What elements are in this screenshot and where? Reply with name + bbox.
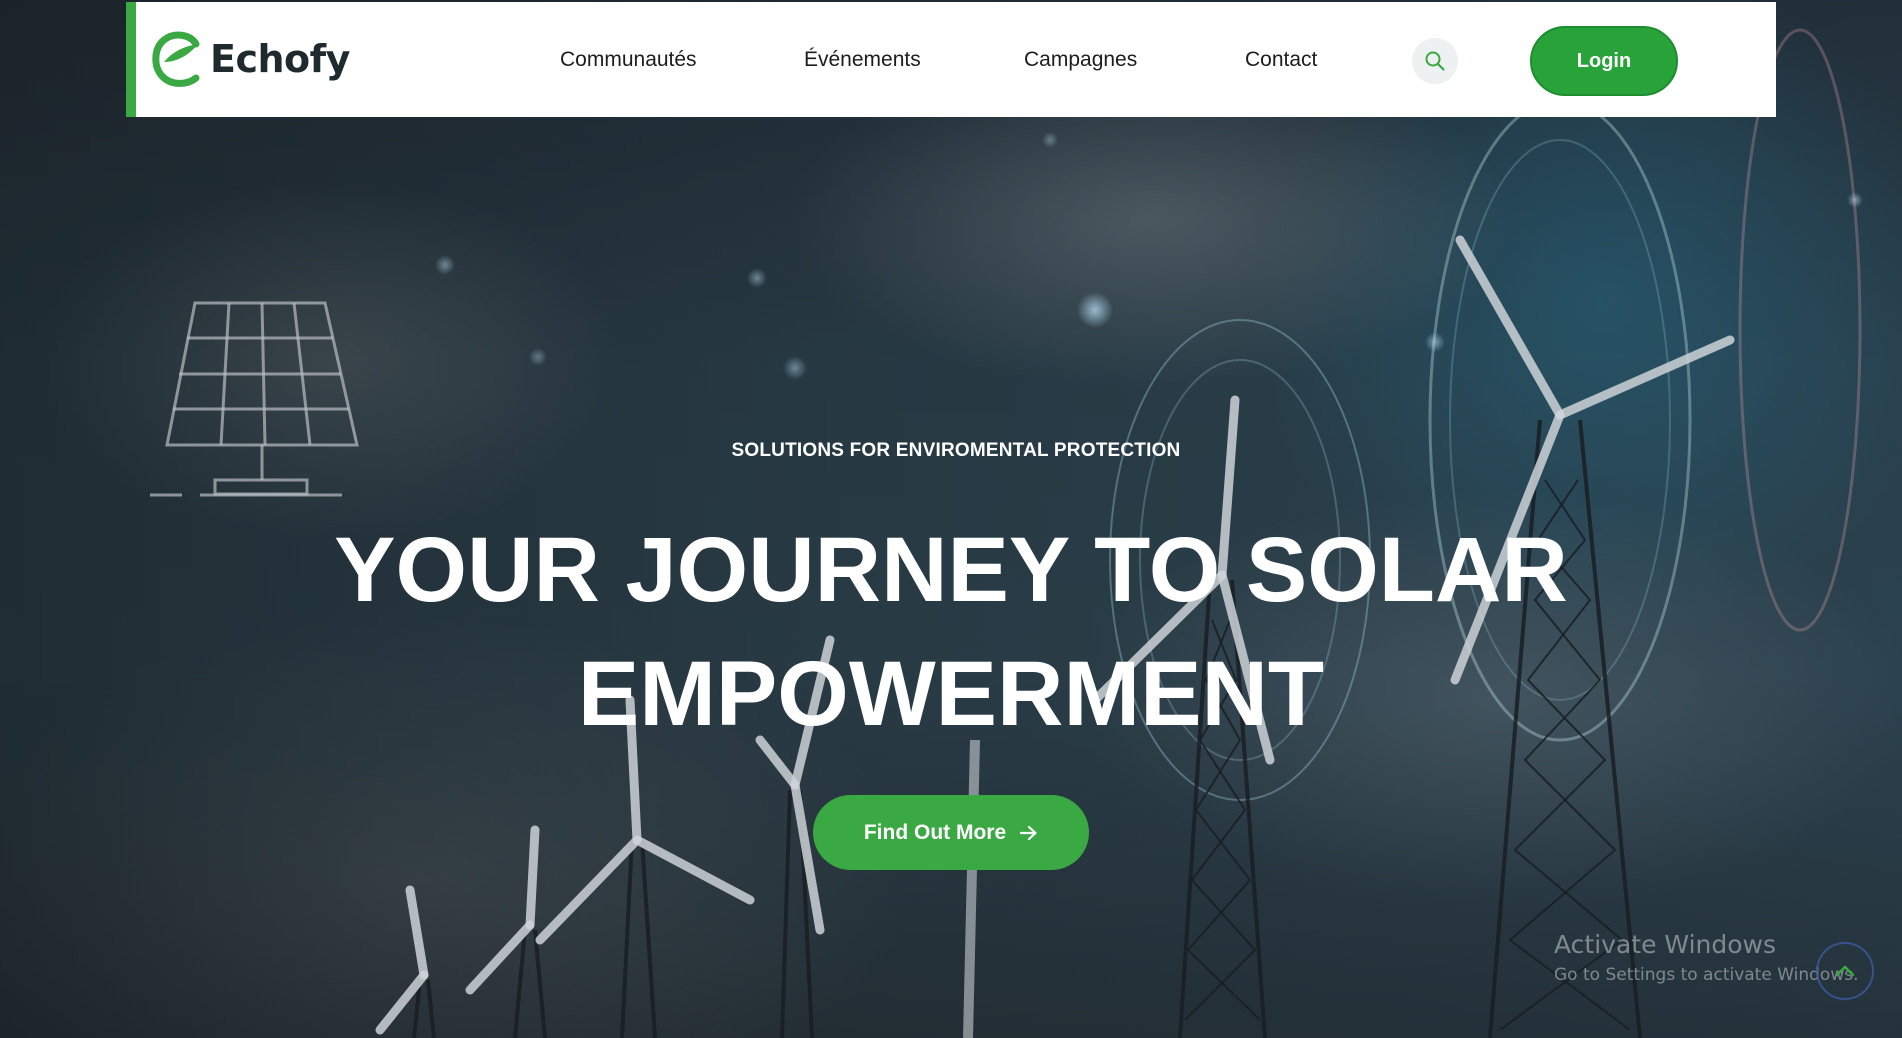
nav-item-contact[interactable]: Contact [1245, 48, 1317, 72]
windows-activation-watermark: Activate Windows Go to Settings to activ… [1554, 930, 1859, 985]
headline-line-2: EMPOWERMENT [577, 643, 1325, 745]
echofy-logo-icon [152, 31, 200, 87]
nav-item-communautes[interactable]: Communautés [560, 48, 697, 72]
find-out-more-button[interactable]: Find Out More [813, 795, 1089, 870]
nav-item-campagnes[interactable]: Campagnes [1024, 48, 1137, 72]
cta-label: Find Out More [863, 820, 1007, 844]
nav-item-evenements[interactable]: Événements [804, 48, 921, 72]
search-button[interactable] [1412, 38, 1458, 84]
chevron-up-icon [1835, 965, 1855, 977]
search-icon [1425, 51, 1445, 71]
login-button[interactable]: Login [1530, 26, 1678, 96]
brand-logo[interactable]: Echofy [150, 30, 350, 88]
scroll-to-top-button[interactable] [1816, 942, 1874, 1000]
arrow-right-icon [1020, 825, 1037, 840]
hero-headline: YOUR JOURNEY TO SOLAR EMPOWERMENT [0, 508, 1902, 756]
site-header: Echofy Communautés Événements Campagnes … [126, 2, 1776, 117]
watermark-title: Activate Windows [1554, 930, 1776, 959]
brand-name: Echofy [210, 37, 350, 81]
hero-subtitle: SOLUTIONS FOR ENVIROMENTAL PROTECTION [731, 440, 1181, 461]
headline-line-1: YOUR JOURNEY TO SOLAR [334, 519, 1568, 621]
watermark-subtitle: Go to Settings to activate Windows. [1554, 965, 1859, 985]
